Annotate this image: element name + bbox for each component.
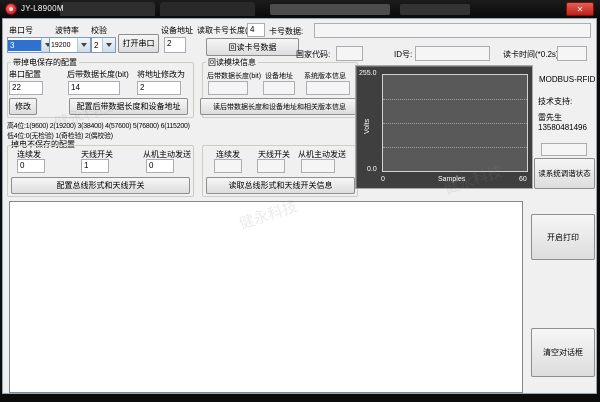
card-data-field[interactable] <box>314 23 591 38</box>
screen: JY-L8900M ✕ 串口号 3 波特率 19200 校验 2 打开串口 设备… <box>0 0 600 402</box>
contact-phone: 13580481496 <box>538 123 587 132</box>
persist-config-title: 带掉电保存的配置 <box>11 57 79 68</box>
read-system-status-button[interactable]: 读系统调谐状态 <box>534 158 595 189</box>
x-axis-label: Samples <box>438 176 465 183</box>
readback-card-button[interactable]: 回读卡号数据 <box>206 38 299 56</box>
rb-slave-send-field[interactable] <box>301 159 335 173</box>
serial-port-combo[interactable]: 3 <box>7 37 55 53</box>
serial-port-value: 3 <box>8 40 41 51</box>
gridline <box>383 123 527 124</box>
gridline <box>383 147 527 148</box>
cont-send-field[interactable]: 0 <box>17 159 45 173</box>
y-axis-label: Volts <box>364 119 371 134</box>
status-field[interactable] <box>541 143 587 156</box>
country-code-field[interactable] <box>336 46 363 61</box>
titlebar: JY-L8900M ✕ <box>0 0 600 18</box>
log-area[interactable] <box>9 201 523 393</box>
parity-combo[interactable]: 2 <box>91 37 116 53</box>
read-time-label: 读卡时间(*0.2s): <box>503 49 561 60</box>
id-field[interactable] <box>415 46 490 61</box>
read-bus-antenna-button[interactable]: 读取总线形式和天线开关信息 <box>206 177 355 194</box>
read-time-field[interactable] <box>557 46 587 61</box>
plot-area <box>382 74 528 172</box>
background-window-artifact <box>400 4 470 15</box>
id-label: ID号: <box>394 49 412 60</box>
clear-dialog-button[interactable]: 清空对话框 <box>531 328 595 377</box>
read-datalen-addr-version-button[interactable]: 读后带数据长度和设备地址和相关版本信息 <box>200 98 359 115</box>
data-len-label: 后带数据长度(bit) <box>67 69 129 80</box>
support-label: 技术支持: <box>538 96 572 107</box>
serial-port-label: 串口号 <box>9 25 33 36</box>
main-window: 串口号 3 波特率 19200 校验 2 打开串口 设备地址 2 读取卡号长度(… <box>2 18 597 394</box>
parity-value: 2 <box>92 40 102 51</box>
open-serial-button[interactable]: 打开串口 <box>118 34 159 53</box>
antenna-field[interactable]: 1 <box>81 159 109 173</box>
rb-data-len-label: 后带数据长度(bit) <box>207 71 261 81</box>
data-len-field[interactable]: 14 <box>68 81 120 95</box>
new-addr-field[interactable]: 2 <box>137 81 181 95</box>
config-datalen-addr-button[interactable]: 配置后带数据长度和设备地址 <box>69 98 188 115</box>
rb-version-field[interactable] <box>306 81 350 95</box>
y-axis-min-tick: 0.0 <box>367 166 377 173</box>
rb-version-label: 系统版本信息 <box>304 71 346 81</box>
baud-combo[interactable]: 19200 <box>49 37 91 53</box>
rb-cont-send-field[interactable] <box>214 159 242 173</box>
new-addr-label: 将地址修改为 <box>137 69 185 80</box>
country-code-label: 国家代码: <box>296 49 330 60</box>
x-axis-min-tick: 0 <box>381 176 385 183</box>
product-name: MODBUS-RFID <box>539 75 595 84</box>
baud-label: 波特率 <box>55 25 79 36</box>
voltage-chart: 255.0 0.0 Volts 0 Samples 60 <box>355 65 533 189</box>
print-button[interactable]: 开启打印 <box>531 214 595 260</box>
parity-label: 校验 <box>91 25 107 36</box>
chevron-down-icon[interactable] <box>102 38 115 52</box>
serial-config-label: 串口配置 <box>9 69 41 80</box>
app-icon <box>5 3 17 15</box>
gridline <box>383 99 527 100</box>
card-data-label: 卡号数据: <box>269 26 303 37</box>
window-title: JY-L8900M <box>21 4 64 13</box>
rb-device-addr-field[interactable] <box>263 81 295 95</box>
background-window-addressbar <box>270 4 390 15</box>
readback-info-title: 回读模块信息 <box>206 57 258 68</box>
read-len-field[interactable]: 4 <box>247 23 265 37</box>
slave-send-field[interactable]: 0 <box>146 159 174 173</box>
serial-config-field[interactable]: 22 <box>9 81 43 95</box>
x-axis-max-tick: 60 <box>519 176 527 183</box>
rb-device-addr-label: 设备地址 <box>265 71 293 81</box>
rb-antenna-field[interactable] <box>257 159 285 173</box>
modify-button[interactable]: 修改 <box>9 98 37 115</box>
background-window-tab <box>160 2 255 16</box>
device-addr-field[interactable]: 2 <box>164 37 186 53</box>
config-bus-antenna-button[interactable]: 配置总线形式和天线开关 <box>11 177 190 194</box>
close-button[interactable]: ✕ <box>566 2 594 16</box>
baud-note-line1: 高4位:1(9600) 2(19200) 3(38400) 4(57600) 5… <box>7 120 190 130</box>
y-axis-max-tick: 255.0 <box>359 70 377 77</box>
chevron-down-icon[interactable] <box>77 38 90 52</box>
device-addr-label: 设备地址 <box>161 25 193 36</box>
contact-name: 雷先生 <box>538 112 562 123</box>
baud-value: 19200 <box>50 41 77 50</box>
rb-data-len-field[interactable] <box>208 81 248 95</box>
background-window-tab <box>60 2 155 16</box>
